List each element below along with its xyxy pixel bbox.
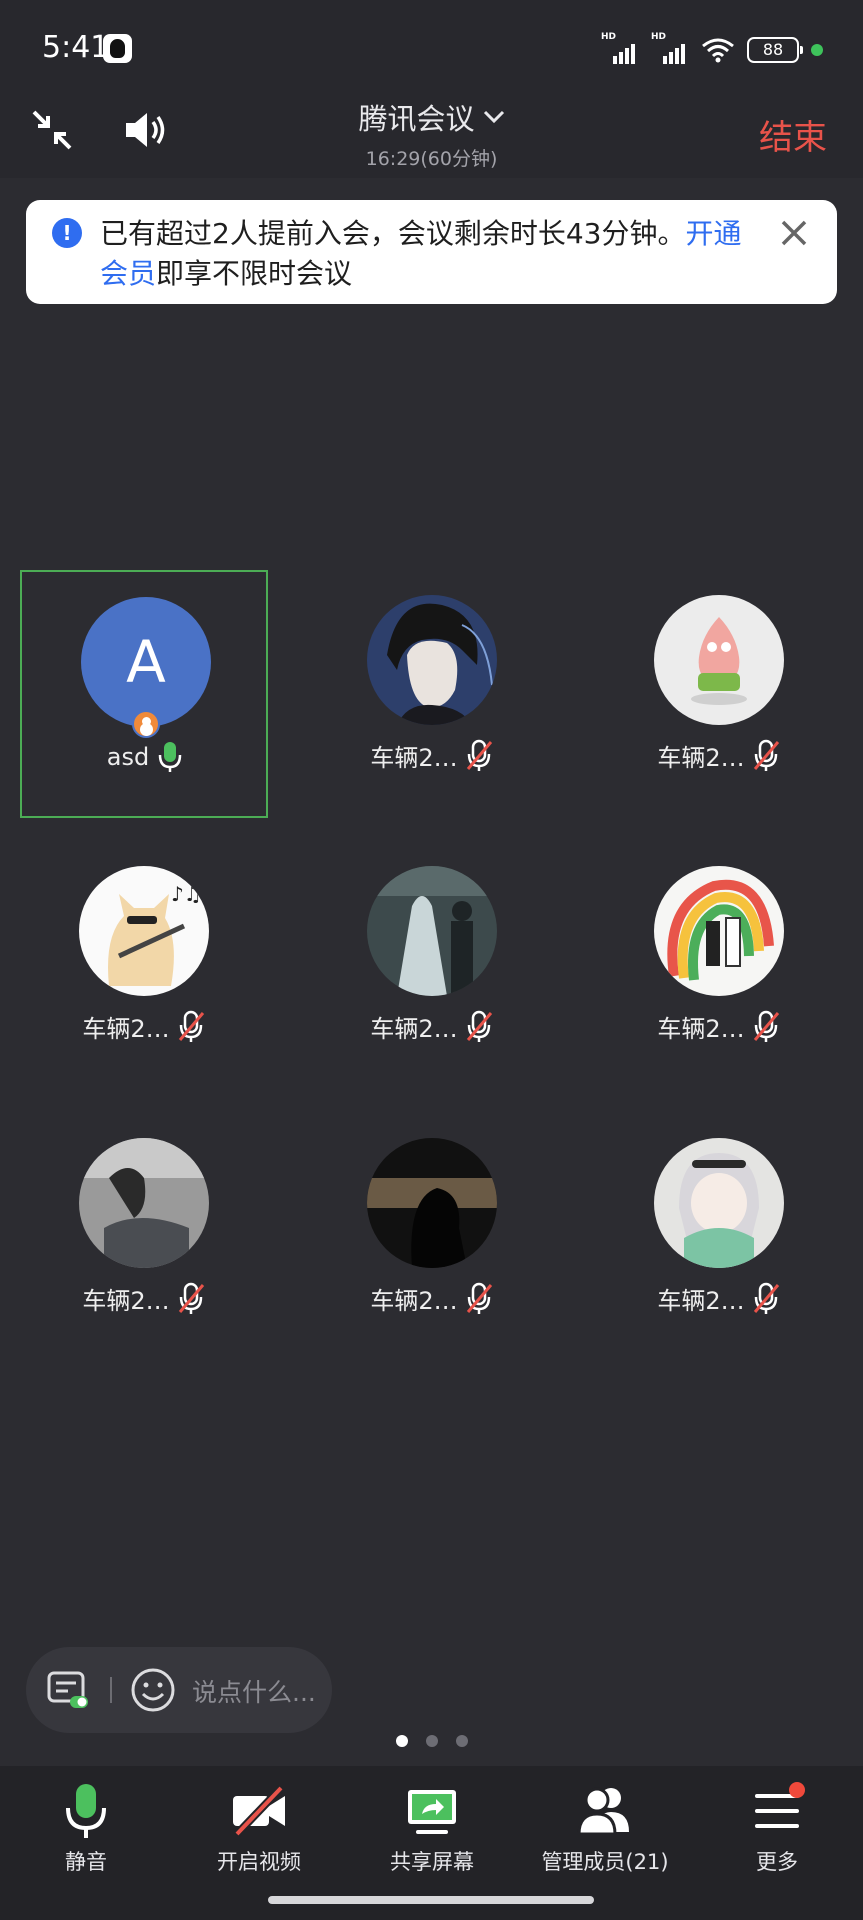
share-screen-button[interactable]: 共享屏幕 [347, 1782, 517, 1876]
host-badge-icon [132, 710, 160, 738]
battery-icon: 88 [747, 37, 803, 63]
participant-name: 车辆2… [657, 1287, 745, 1315]
mic-off-icon [466, 1010, 492, 1042]
banner-message: 已有超过2人提前入会，会议剩余时长43分钟。开通会员即享不限时会议 [100, 217, 742, 290]
participant-tile[interactable]: 车辆2… [595, 841, 843, 1089]
avatar-anime-girl [654, 1138, 784, 1268]
home-indicator[interactable] [268, 1896, 594, 1904]
meeting-screen: 5:41 HD HD 88 腾讯会议 16:29(60分钟) 结束 ! 已有超过… [0, 0, 863, 1920]
page-dot [425, 1735, 438, 1747]
avatar-illustration [367, 595, 497, 725]
meeting-info[interactable]: 腾讯会议 16:29(60分钟) [0, 96, 863, 171]
avatar-photo-wedding [367, 866, 497, 996]
mic-off-icon [178, 1282, 204, 1314]
caption-icon[interactable] [46, 1670, 90, 1710]
mic-off-icon [178, 1010, 204, 1042]
participant-tile[interactable]: 车辆2… [595, 1113, 843, 1361]
participant-tile[interactable]: 车辆2… [308, 570, 556, 818]
share-screen-icon [408, 1790, 456, 1834]
mic-off-icon [753, 1010, 779, 1042]
qq-notification-icon [103, 34, 132, 63]
close-icon[interactable] [779, 218, 809, 248]
video-off-icon [233, 1785, 285, 1837]
chat-divider [110, 1677, 112, 1703]
participant-name: 车辆2… [370, 1287, 458, 1315]
info-icon: ! [52, 218, 82, 248]
participant-name: 车辆2… [370, 744, 458, 772]
avatar: A [81, 597, 211, 727]
cell-signal-icon-2: HD [651, 32, 689, 64]
participant-tile-active-speaker[interactable]: A asd [20, 570, 268, 818]
privacy-dot [811, 44, 823, 56]
meeting-header: 腾讯会议 16:29(60分钟) 结束 [0, 92, 863, 178]
start-video-button[interactable]: 开启视频 [174, 1782, 344, 1876]
participant-name: 车辆2… [657, 1015, 745, 1043]
page-dot-active [395, 1735, 408, 1747]
chevron-down-icon [483, 110, 504, 124]
participant-tile[interactable]: ♪♫ 车辆2… [20, 841, 268, 1089]
participant-tile[interactable]: 车辆2… [595, 570, 843, 818]
mic-off-icon [466, 1282, 492, 1314]
meeting-duration: 16:29(60分钟) [365, 148, 498, 170]
status-right-group: HD HD 88 [601, 32, 823, 66]
participant-name: asd [106, 743, 150, 771]
emoji-icon[interactable] [130, 1667, 176, 1713]
avatar-cartoon [654, 595, 784, 725]
page-indicator [0, 1735, 863, 1747]
participant-tile[interactable]: 车辆2… [308, 841, 556, 1089]
end-meeting-button[interactable]: 结束 [759, 110, 827, 159]
svg-text:♪♫: ♪♫ [171, 882, 202, 906]
mic-off-icon [753, 739, 779, 771]
mic-on-icon [158, 742, 182, 772]
membership-banner: ! 已有超过2人提前入会，会议剩余时长43分钟。开通会员即享不限时会议 [26, 200, 837, 304]
chat-input-bar[interactable]: 说点什么... [26, 1647, 332, 1733]
members-icon [577, 1787, 629, 1836]
chat-placeholder[interactable]: 说点什么... [192, 1673, 316, 1709]
participant-name: 车辆2… [82, 1015, 170, 1043]
status-time: 5:41 [42, 30, 110, 65]
avatar-photo-sitting [79, 1138, 209, 1268]
mic-icon [66, 1784, 106, 1838]
avatar-rainbow [654, 866, 784, 996]
avatar-photo-silhouette [367, 1138, 497, 1268]
page-dot [455, 1735, 468, 1747]
mic-off-icon [753, 1282, 779, 1314]
avatar-cat-guitar: ♪♫ [79, 866, 209, 996]
wifi-icon [702, 38, 734, 63]
participant-name: 车辆2… [657, 744, 745, 772]
meeting-title: 腾讯会议 [358, 102, 475, 136]
manage-members-button[interactable]: 管理成员(21) [520, 1782, 690, 1876]
participant-tile[interactable]: 车辆2… [308, 1113, 556, 1361]
participant-name: 车辆2… [370, 1015, 458, 1043]
participant-tile[interactable]: 车辆2… [20, 1113, 268, 1361]
more-button[interactable]: 更多 [692, 1782, 862, 1876]
mute-button[interactable]: 静音 [1, 1782, 171, 1876]
notification-dot [789, 1782, 805, 1798]
mic-off-icon [466, 739, 492, 771]
status-bar: 5:41 HD HD 88 [0, 0, 863, 92]
cell-signal-icon: HD [601, 32, 639, 64]
participant-name: 车辆2… [82, 1287, 170, 1315]
